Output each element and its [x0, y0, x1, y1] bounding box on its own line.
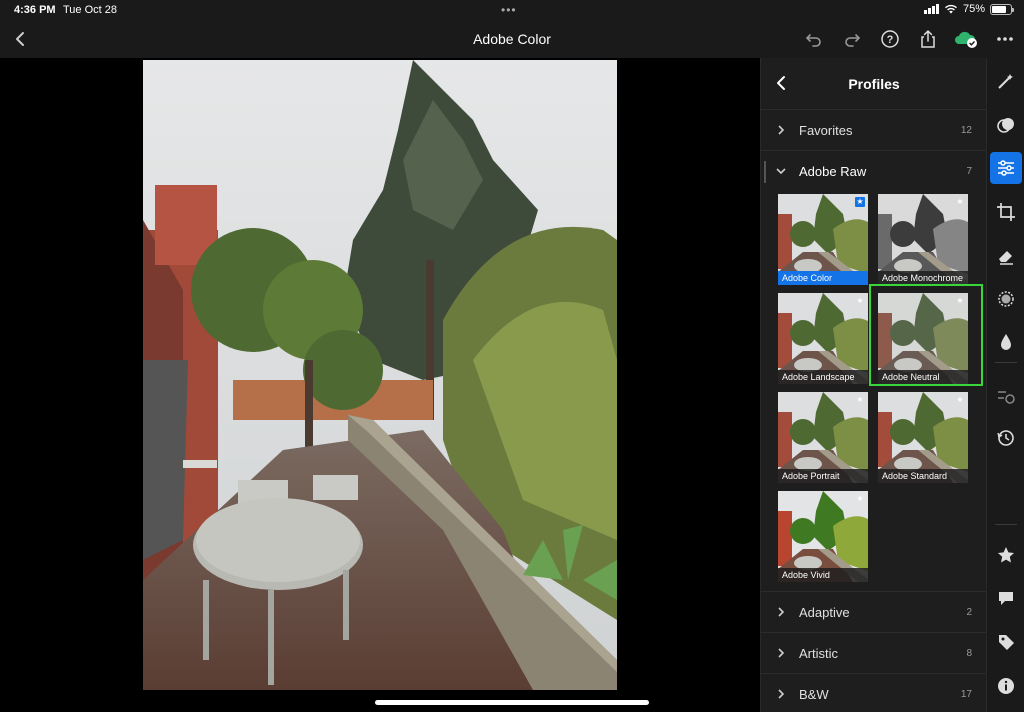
- profiles-panel: Profiles Favorites 12 Adobe Raw 7 ★ Adobe…: [760, 58, 986, 712]
- adjustments-icon[interactable]: [990, 152, 1022, 184]
- profile-label: Adobe Portrait: [778, 469, 868, 483]
- group-count: 12: [960, 125, 972, 136]
- masking-icon[interactable]: [990, 110, 1022, 142]
- keywords-tag-icon[interactable]: [990, 626, 1022, 658]
- profile-label: Adobe Standard: [878, 469, 968, 483]
- color-drop-icon[interactable]: [990, 326, 1022, 358]
- help-icon[interactable]: ?: [879, 28, 901, 50]
- profile-thumb-adobe-color[interactable]: ★ Adobe Color: [778, 194, 868, 285]
- profile-label: Adobe Color: [778, 271, 868, 285]
- status-date: Tue Oct 28: [63, 4, 118, 16]
- group-count: 8: [966, 648, 972, 659]
- crop-icon[interactable]: [990, 196, 1022, 228]
- group-label: Adobe Raw: [799, 164, 867, 179]
- auto-enhance-icon[interactable]: [990, 66, 1022, 98]
- status-bar: 4:36 PM Tue Oct 28 ••• 75%: [0, 0, 1024, 22]
- chevron-right-icon: [778, 607, 785, 617]
- favorite-star-icon[interactable]: ★: [855, 296, 865, 306]
- status-time: 4:36 PM: [14, 4, 56, 16]
- profile-thumb-adobe-portrait[interactable]: ★ Adobe Portrait: [778, 392, 868, 483]
- tool-rail: [986, 58, 1024, 712]
- favorite-star-icon[interactable]: ★: [855, 395, 865, 405]
- profile-thumb-adobe-standard[interactable]: ★ Adobe Standard: [878, 392, 968, 483]
- versions-history-icon[interactable]: [990, 422, 1022, 454]
- profile-label: Adobe Landscape: [778, 370, 868, 384]
- battery-percent: 75%: [962, 3, 985, 15]
- profile-label: Adobe Vivid: [778, 568, 868, 582]
- favorite-star-icon[interactable]: ★: [855, 197, 865, 207]
- favorite-star-icon[interactable]: ★: [955, 197, 965, 207]
- chevron-right-icon: [778, 648, 785, 658]
- profile-thumb-adobe-monochrome[interactable]: ★ Adobe Monochrome: [878, 194, 968, 285]
- remove-eraser-icon[interactable]: [990, 240, 1022, 272]
- profile-grid: ★ Adobe Color ★ Adobe Monochrome ★ Adobe La…: [761, 192, 986, 592]
- more-icon[interactable]: [994, 28, 1016, 50]
- profile-label: Adobe Monochrome: [878, 271, 968, 285]
- highlight-box: [869, 284, 983, 386]
- photo-canvas[interactable]: [0, 58, 760, 712]
- redo-icon[interactable]: [841, 28, 863, 50]
- battery-icon: [990, 3, 1014, 15]
- presets-icon[interactable]: [990, 380, 1022, 412]
- chevron-down-icon: [776, 168, 786, 175]
- rail-divider: [995, 362, 1017, 363]
- undo-icon[interactable]: [803, 28, 825, 50]
- group-label: B&W: [799, 687, 829, 702]
- group-bw[interactable]: B&W 17: [761, 674, 986, 712]
- panel-title: Profiles: [848, 76, 900, 92]
- svg-text:?: ?: [887, 34, 894, 46]
- profiles-header: Profiles: [761, 58, 986, 110]
- share-icon[interactable]: [917, 28, 939, 50]
- favorite-star-icon[interactable]: ★: [955, 395, 965, 405]
- multitasking-dots-icon[interactable]: •••: [501, 3, 517, 17]
- info-icon[interactable]: [990, 670, 1022, 702]
- comments-icon[interactable]: [990, 582, 1022, 614]
- group-label: Adaptive: [799, 605, 850, 620]
- document-title: Adobe Color: [473, 31, 551, 47]
- group-count: 7: [966, 166, 972, 177]
- group-adobe-raw[interactable]: Adobe Raw 7: [761, 151, 986, 192]
- group-artistic[interactable]: Artistic 8: [761, 633, 986, 674]
- status-right: 75%: [923, 3, 1014, 15]
- group-label: Artistic: [799, 646, 838, 661]
- group-label: Favorites: [799, 123, 853, 138]
- wifi-icon: [944, 4, 957, 14]
- group-favorites[interactable]: Favorites 12: [761, 110, 986, 151]
- home-indicator[interactable]: [375, 700, 649, 705]
- expanded-marker: [764, 161, 766, 183]
- group-count: 2: [966, 607, 972, 618]
- chevron-right-icon: [778, 125, 785, 135]
- cellular-signal-icon: [923, 4, 939, 14]
- profile-thumb-adobe-landscape[interactable]: ★ Adobe Landscape: [778, 293, 868, 384]
- rate-star-icon[interactable]: [990, 539, 1022, 571]
- cloud-sync-icon[interactable]: [953, 28, 979, 50]
- top-toolbar: Adobe Color ?: [0, 22, 1024, 58]
- profile-thumb-adobe-vivid[interactable]: ★ Adobe Vivid: [778, 491, 868, 582]
- effects-vignette-icon[interactable]: [990, 283, 1022, 315]
- edited-photo: [143, 60, 617, 690]
- rail-divider: [995, 524, 1017, 525]
- group-adaptive[interactable]: Adaptive 2: [761, 592, 986, 633]
- chevron-right-icon: [778, 689, 785, 699]
- group-count: 17: [960, 689, 972, 700]
- favorite-star-icon[interactable]: ★: [855, 494, 865, 504]
